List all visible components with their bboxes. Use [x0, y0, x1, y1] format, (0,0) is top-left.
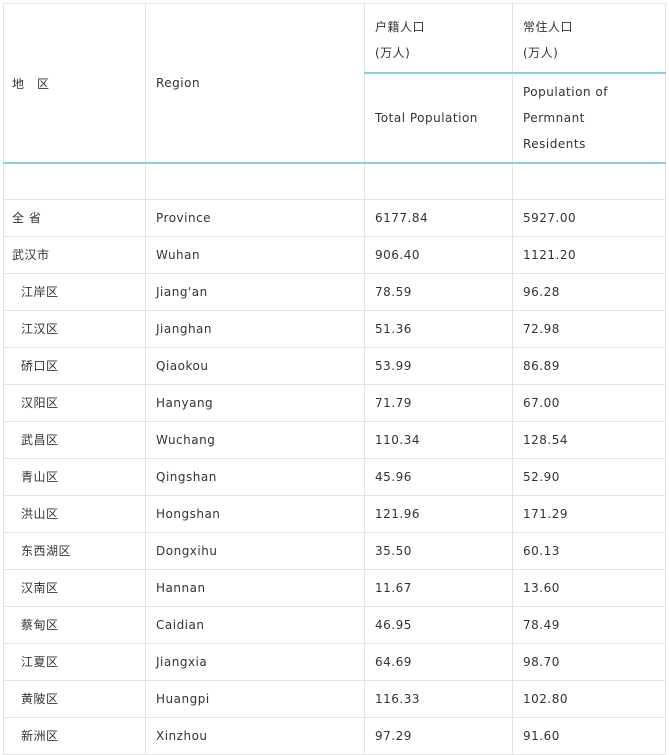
- total-population-cell: 110.34: [364, 420, 513, 459]
- total-population-cell: 35.50: [364, 531, 513, 570]
- region-zh-cell: 青山区: [3, 457, 146, 496]
- region-en-cell: Qiaokou: [145, 346, 365, 385]
- resident-population-cell: 5927.00: [512, 198, 666, 237]
- total-population-cell: 906.40: [364, 235, 513, 274]
- total-population-cell: 46.95: [364, 605, 513, 644]
- total-population-cell: 97.29: [364, 716, 513, 755]
- region-zh-cell: 江汉区: [3, 309, 146, 348]
- region-zh-cell: 汉南区: [3, 568, 146, 607]
- resident-population-cell: 98.70: [512, 642, 666, 681]
- region-en-cell: Province: [145, 198, 365, 237]
- resident-population-cell: 52.90: [512, 457, 666, 496]
- region-zh-cell: 新洲区: [3, 716, 146, 755]
- header-total-zh: 户籍人口 (万人): [364, 3, 513, 74]
- total-population-cell: 116.33: [364, 679, 513, 718]
- spacer-row: [3, 162, 666, 200]
- header-resident-zh-line1: 常住人口: [523, 20, 574, 34]
- table-row: 武汉市 Wuhan 906.40 1121.20: [3, 235, 666, 274]
- region-zh-cell: 武昌区: [3, 420, 146, 459]
- region-zh-cell: 武汉市: [3, 235, 146, 274]
- table-row: 洪山区 Hongshan 121.96 171.29: [3, 494, 666, 533]
- resident-population-cell: 128.54: [512, 420, 666, 459]
- total-population-cell: 45.96: [364, 457, 513, 496]
- total-population-cell: 6177.84: [364, 198, 513, 237]
- spacer-cell: [3, 162, 146, 200]
- region-zh-cell: 蔡甸区: [3, 605, 146, 644]
- table-row: 江夏区 Jiangxia 64.69 98.70: [3, 642, 666, 681]
- resident-population-cell: 13.60: [512, 568, 666, 607]
- total-population-cell: 121.96: [364, 494, 513, 533]
- region-zh-cell: 东西湖区: [3, 531, 146, 570]
- resident-population-cell: 86.89: [512, 346, 666, 385]
- region-en-cell: Hannan: [145, 568, 365, 607]
- region-en-cell: Jianghan: [145, 309, 365, 348]
- region-en-cell: Caidian: [145, 605, 365, 644]
- table-row: 江岸区 Jiang'an 78.59 96.28: [3, 272, 666, 311]
- total-population-cell: 51.36: [364, 309, 513, 348]
- region-en-cell: Dongxihu: [145, 531, 365, 570]
- table-header: 地 区 Region 户籍人口 (万人) 常住人口 (万人) Total Pop…: [3, 3, 666, 164]
- table-row: 武昌区 Wuchang 110.34 128.54: [3, 420, 666, 459]
- region-zh-cell: 洪山区: [3, 494, 146, 533]
- resident-population-cell: 171.29: [512, 494, 666, 533]
- region-en-cell: Xinzhou: [145, 716, 365, 755]
- region-en-cell: Hongshan: [145, 494, 365, 533]
- header-resident-en: Population of Permnant Residents: [512, 72, 666, 164]
- table-row: 蔡甸区 Caidian 46.95 78.49: [3, 605, 666, 644]
- region-en-cell: Wuhan: [145, 235, 365, 274]
- table-row: 东西湖区 Dongxihu 35.50 60.13: [3, 531, 666, 570]
- resident-population-cell: 91.60: [512, 716, 666, 755]
- table-row: 汉南区 Hannan 11.67 13.60: [3, 568, 666, 607]
- spacer-cell: [364, 162, 513, 200]
- table-row: 新洲区 Xinzhou 97.29 91.60: [3, 716, 666, 755]
- region-en-cell: Huangpi: [145, 679, 365, 718]
- table-row: 江汉区 Jianghan 51.36 72.98: [3, 309, 666, 348]
- resident-population-cell: 96.28: [512, 272, 666, 311]
- region-en-cell: Qingshan: [145, 457, 365, 496]
- region-en-cell: Jiangxia: [145, 642, 365, 681]
- header-region-zh: 地 区: [3, 3, 146, 164]
- spacer-cell: [145, 162, 365, 200]
- resident-population-cell: 60.13: [512, 531, 666, 570]
- table-row: 青山区 Qingshan 45.96 52.90: [3, 457, 666, 496]
- total-population-cell: 64.69: [364, 642, 513, 681]
- region-en-cell: Wuchang: [145, 420, 365, 459]
- region-en-cell: Jiang'an: [145, 272, 365, 311]
- table-body: 全 省 Province 6177.84 5927.00 武汉市 Wuhan 906.40 1…: [3, 162, 666, 755]
- region-zh-cell: 江岸区: [3, 272, 146, 311]
- header-resident-zh-line2: (万人): [523, 46, 559, 60]
- table-row: 硚口区 Qiaokou 53.99 86.89: [3, 346, 666, 385]
- region-zh-cell: 江夏区: [3, 642, 146, 681]
- table-row: 黄陂区 Huangpi 116.33 102.80: [3, 679, 666, 718]
- resident-population-cell: 1121.20: [512, 235, 666, 274]
- total-population-cell: 11.67: [364, 568, 513, 607]
- table-row: 全 省 Province 6177.84 5927.00: [3, 198, 666, 237]
- region-zh-cell: 全 省: [3, 198, 146, 237]
- population-table-container: 地 区 Region 户籍人口 (万人) 常住人口 (万人) Total Pop…: [0, 0, 669, 755]
- total-population-cell: 71.79: [364, 383, 513, 422]
- header-total-en: Total Population: [364, 72, 513, 164]
- total-population-cell: 53.99: [364, 346, 513, 385]
- population-table: 地 区 Region 户籍人口 (万人) 常住人口 (万人) Total Pop…: [3, 3, 666, 755]
- header-total-zh-line1: 户籍人口: [375, 20, 426, 34]
- table-row: 汉阳区 Hanyang 71.79 67.00: [3, 383, 666, 422]
- region-zh-cell: 汉阳区: [3, 383, 146, 422]
- resident-population-cell: 102.80: [512, 679, 666, 718]
- header-resident-zh: 常住人口 (万人): [512, 3, 666, 74]
- resident-population-cell: 67.00: [512, 383, 666, 422]
- region-en-cell: Hanyang: [145, 383, 365, 422]
- resident-population-cell: 78.49: [512, 605, 666, 644]
- header-region-zh-text: 地 区: [12, 76, 50, 91]
- region-zh-cell: 黄陂区: [3, 679, 146, 718]
- header-region-en: Region: [145, 3, 365, 164]
- region-zh-cell: 硚口区: [3, 346, 146, 385]
- spacer-cell: [512, 162, 666, 200]
- resident-population-cell: 72.98: [512, 309, 666, 348]
- total-population-cell: 78.59: [364, 272, 513, 311]
- header-total-zh-line2: (万人): [375, 46, 411, 60]
